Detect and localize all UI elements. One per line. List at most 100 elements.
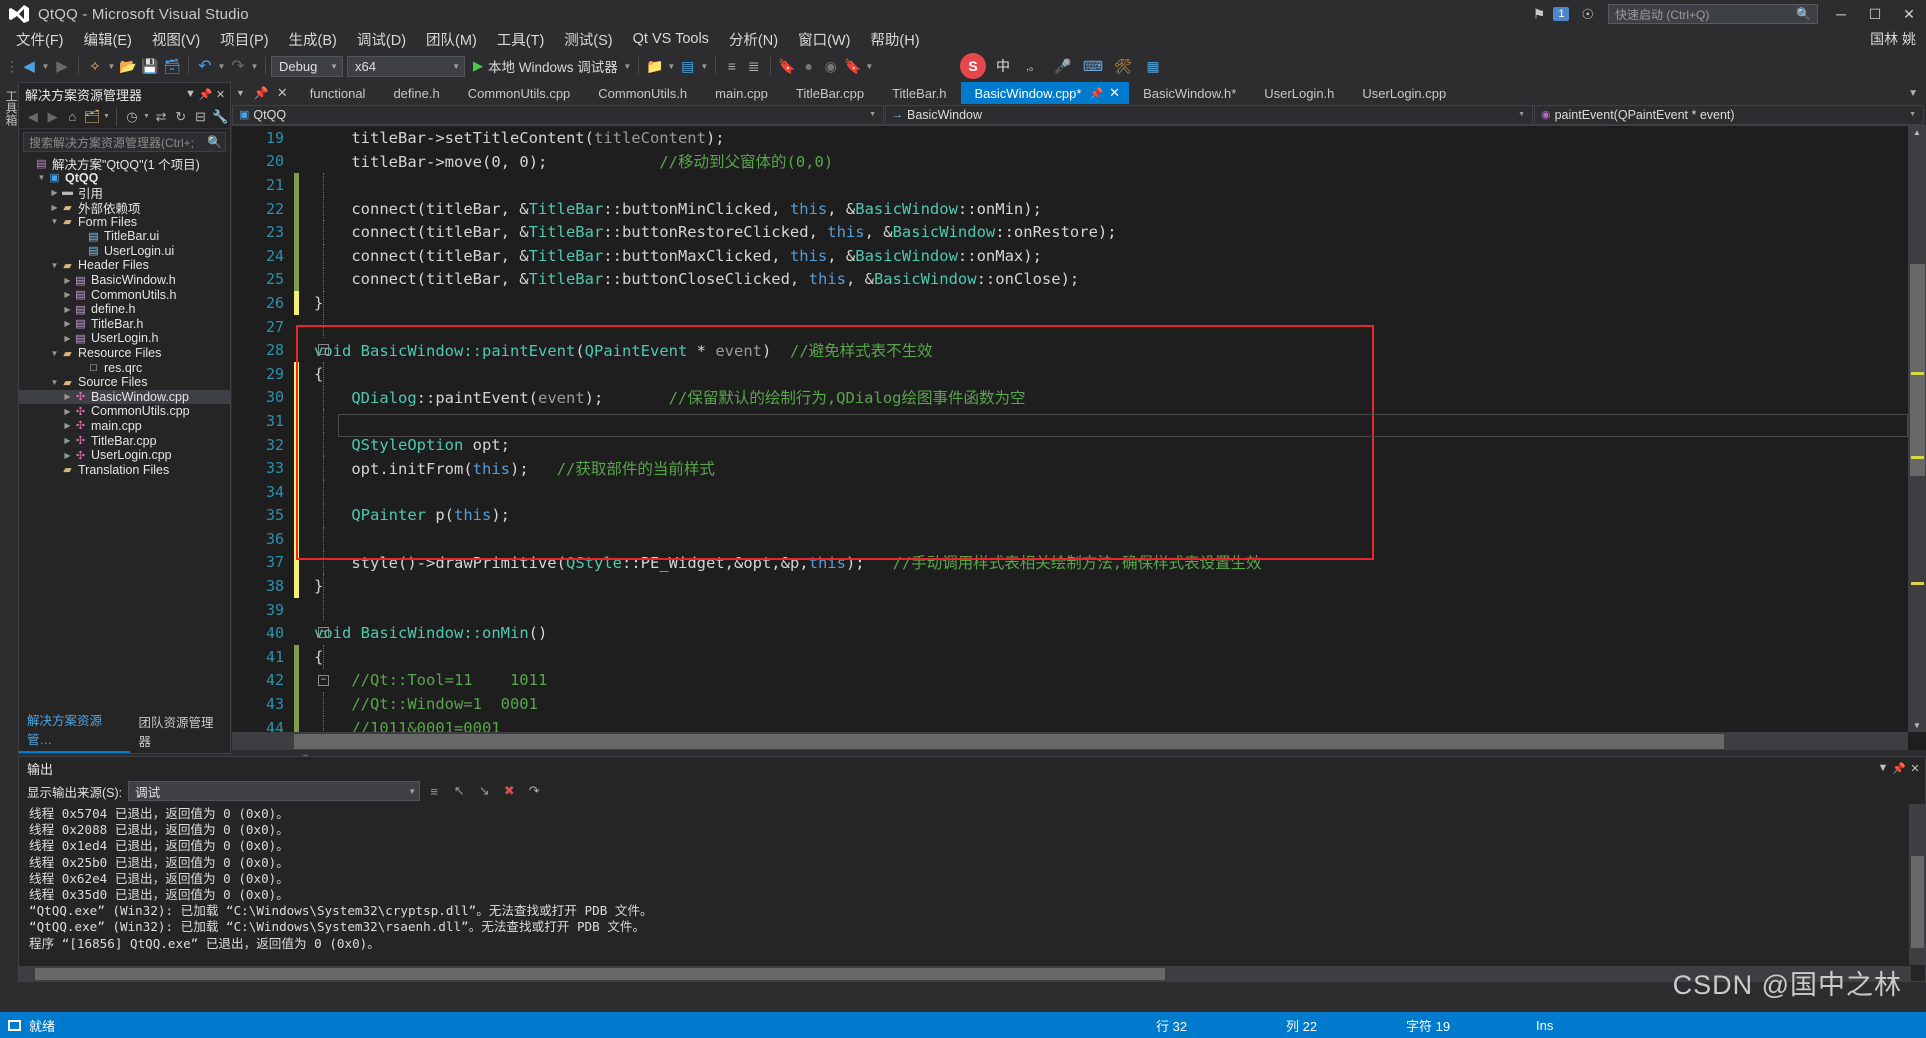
- chevron-down-icon-source[interactable]: ▼: [408, 787, 416, 796]
- code-line[interactable]: 20 titleBar->move(0, 0); //移动到父窗体的(0,0): [232, 150, 1908, 174]
- chevron-right-icon[interactable]: ▶: [62, 290, 73, 299]
- pending-changes-icon[interactable]: ◷: [122, 107, 142, 127]
- start-debugging-button[interactable]: ▶ 本地 Windows 调试器: [469, 56, 622, 76]
- navbar-member-select[interactable]: ◉ paintEvent(QPaintEvent * event) ▼: [1534, 104, 1924, 125]
- solution-tree[interactable]: ▤ 解决方案"QtQQ"(1 个项目) ▼ ▣ QtQQ ▶ ▬ 引用 ▶ ▰ 外部依赖项 ▼ ▰ For…: [19, 154, 230, 752]
- next-message-icon[interactable]: ↘: [473, 781, 495, 801]
- close-icon-out[interactable]: ✕: [1907, 762, 1923, 775]
- code-line[interactable]: 42 − //Qt::Tool=11 1011: [232, 668, 1908, 693]
- forward-icon[interactable]: ▶: [51, 54, 73, 78]
- collapse-all-icon[interactable]: ⊟: [191, 107, 211, 127]
- step-into-dropdown-icon[interactable]: ▼: [666, 54, 677, 78]
- fold-toggle-icon[interactable]: −: [318, 344, 329, 356]
- menu-debug[interactable]: 调试(D): [347, 28, 416, 51]
- chevron-right-icon[interactable]: ▶: [49, 203, 60, 212]
- solution-platform-select[interactable]: x64 ▼: [347, 55, 465, 77]
- menu-team[interactable]: 团队(M): [416, 28, 487, 51]
- tree-item-userlogin.ui[interactable]: ▤ UserLogin.ui: [19, 244, 230, 259]
- tree-item-res.qrc[interactable]: □ res.qrc: [19, 360, 230, 375]
- clear-bookmarks-icon[interactable]: 🔖: [842, 54, 864, 78]
- code-line[interactable]: 24 connect(titleBar, &TitleBar::buttonMa…: [232, 243, 1908, 268]
- code-line[interactable]: 40 − void BasicWindow::onMin(): [232, 621, 1908, 645]
- new-item-dropdown-icon[interactable]: ▼: [106, 54, 117, 78]
- chevron-down-icon[interactable]: ▼: [330, 62, 338, 71]
- editor-vertical-scroll-thumb[interactable]: [1910, 264, 1925, 476]
- output-horizontal-scroll-thumb[interactable]: [35, 968, 1165, 980]
- editor-tab-define.h[interactable]: define.h: [379, 82, 453, 104]
- editor-tab-userlogin.h[interactable]: UserLogin.h: [1250, 82, 1348, 104]
- chevron-right-icon[interactable]: ▶: [62, 407, 73, 416]
- tree-item-commonutils.cpp[interactable]: ▶ ✣ CommonUtils.cpp: [19, 404, 230, 419]
- pin-icon-out[interactable]: 📌: [1891, 762, 1907, 775]
- chevron-down-icon[interactable]: ▼: [49, 349, 60, 358]
- code-line[interactable]: 35 QPainter p(this);: [232, 503, 1908, 528]
- fold-toggle-icon[interactable]: −: [318, 674, 329, 686]
- code-line[interactable]: 29 {: [232, 361, 1908, 386]
- tree-item-titlebar.cpp[interactable]: ▶ ✣ TitleBar.cpp: [19, 433, 230, 448]
- editor-horizontal-scroll-thumb[interactable]: [294, 734, 1724, 749]
- tree-item-commonutils.h[interactable]: ▶ ▤ CommonUtils.h: [19, 287, 230, 302]
- chevron-right-icon[interactable]: ▶: [62, 276, 73, 285]
- breakpoint-icon[interactable]: ●: [798, 54, 820, 78]
- code-line[interactable]: 27: [232, 314, 1908, 339]
- output-vertical-scrollbar[interactable]: [1909, 804, 1925, 965]
- signed-in-user-label[interactable]: 国林 姚: [1870, 29, 1926, 49]
- window-layout-icon[interactable]: ▤: [677, 54, 699, 78]
- menu-test[interactable]: 测试(S): [554, 28, 622, 51]
- tree-item-titlebar.h[interactable]: ▶ ▤ TitleBar.h: [19, 317, 230, 332]
- editor-tab-basicwindow.cpp[interactable]: BasicWindow.cpp* 📌 ✕: [960, 82, 1130, 104]
- tree-item-basicwindow.cpp[interactable]: ▶ ✣ BasicWindow.cpp: [19, 389, 230, 405]
- editor-tab-commonutils.cpp[interactable]: CommonUtils.cpp: [454, 82, 585, 104]
- feedback-icon[interactable]: ☉: [1573, 0, 1602, 28]
- code-line[interactable]: 37 style()->drawPrimitive(QStyle::PE_Wid…: [232, 550, 1908, 575]
- search-icon-se[interactable]: 🔍: [207, 135, 222, 149]
- editor-tab-functional[interactable]: functional: [296, 82, 380, 104]
- code-line[interactable]: 43 //Qt::Window=1 0001: [232, 692, 1908, 716]
- show-all-files-icon[interactable]: 🗂: [82, 107, 102, 127]
- menu-tools[interactable]: 工具(T): [487, 28, 555, 51]
- code-editor[interactable]: 19 titleBar->setTitleContent(titleConten…: [232, 126, 1926, 750]
- pin-icon[interactable]: 📌: [198, 88, 213, 101]
- tree-item-basicwindow.h[interactable]: ▶ ▤ BasicWindow.h: [19, 273, 230, 288]
- bookmark-icon[interactable]: 🔖: [776, 54, 798, 78]
- sogou-logo-icon[interactable]: S: [960, 53, 986, 79]
- editor-vertical-scrollbar[interactable]: ▲ ▼: [1908, 126, 1926, 732]
- fold-toggle-icon[interactable]: −: [318, 627, 329, 639]
- chevron-right-icon[interactable]: ▶: [62, 319, 73, 328]
- save-icon[interactable]: 💾: [139, 54, 161, 78]
- editor-tab-main.cpp[interactable]: main.cpp: [701, 82, 782, 104]
- code-line[interactable]: 26}: [232, 291, 1908, 315]
- debug-target-dropdown-icon[interactable]: ▼: [622, 54, 633, 78]
- tab-solution-explorer[interactable]: 解决方案资源管…: [19, 708, 131, 753]
- notification-count-badge[interactable]: 1: [1553, 7, 1570, 21]
- tree-item-userlogin.cpp[interactable]: ▶ ✣ UserLogin.cpp: [19, 448, 230, 463]
- menu-project[interactable]: 项目(P): [210, 28, 278, 51]
- tab-list-dropdown-icon[interactable]: ▼: [232, 88, 249, 98]
- menu-help[interactable]: 帮助(H): [860, 28, 929, 51]
- chevron-down-icon-out[interactable]: ▼: [1875, 762, 1891, 774]
- menu-edit[interactable]: 编辑(E): [74, 28, 142, 51]
- code-line[interactable]: 22 connect(titleBar, &TitleBar::buttonMi…: [232, 196, 1908, 221]
- chevron-down-icon-se[interactable]: ▼: [183, 88, 198, 100]
- close-icon[interactable]: ✕: [213, 88, 228, 101]
- ime-punctuation-icon[interactable]: ,。: [1020, 53, 1046, 79]
- code-line[interactable]: 28 − void BasicWindow::paintEvent(QPaintEv…: [232, 338, 1908, 362]
- save-all-icon[interactable]: 🗃: [161, 54, 183, 78]
- tree-item-define.h[interactable]: ▶ ▤ define.h: [19, 302, 230, 317]
- solution-explorer-search[interactable]: 搜索解决方案资源管理器(Ctrl+; 🔍: [23, 132, 226, 152]
- code-line[interactable]: 25 connect(titleBar, &TitleBar::buttonCl…: [232, 267, 1908, 292]
- chevron-right-icon[interactable]: ▶: [62, 421, 73, 430]
- menu-qt-vs-tools[interactable]: Qt VS Tools: [623, 30, 719, 48]
- code-line[interactable]: 34: [232, 479, 1908, 504]
- menu-window[interactable]: 窗口(W): [788, 28, 860, 51]
- redo-dropdown-icon[interactable]: ▼: [249, 54, 260, 78]
- editor-horizontal-scrollbar[interactable]: [232, 732, 1908, 750]
- minimize-button[interactable]: ─: [1824, 0, 1858, 28]
- find-message-icon[interactable]: ≡: [423, 781, 445, 801]
- chevron-down-icon[interactable]: ▼: [49, 261, 60, 270]
- window-layout-dropdown-icon[interactable]: ▼: [699, 54, 710, 78]
- chevron-right-icon[interactable]: ▶: [62, 392, 73, 401]
- chevron-down-icon[interactable]: ▼: [49, 217, 60, 226]
- step-into-icon[interactable]: 📁: [644, 54, 666, 78]
- prev-message-icon[interactable]: ↖: [448, 781, 470, 801]
